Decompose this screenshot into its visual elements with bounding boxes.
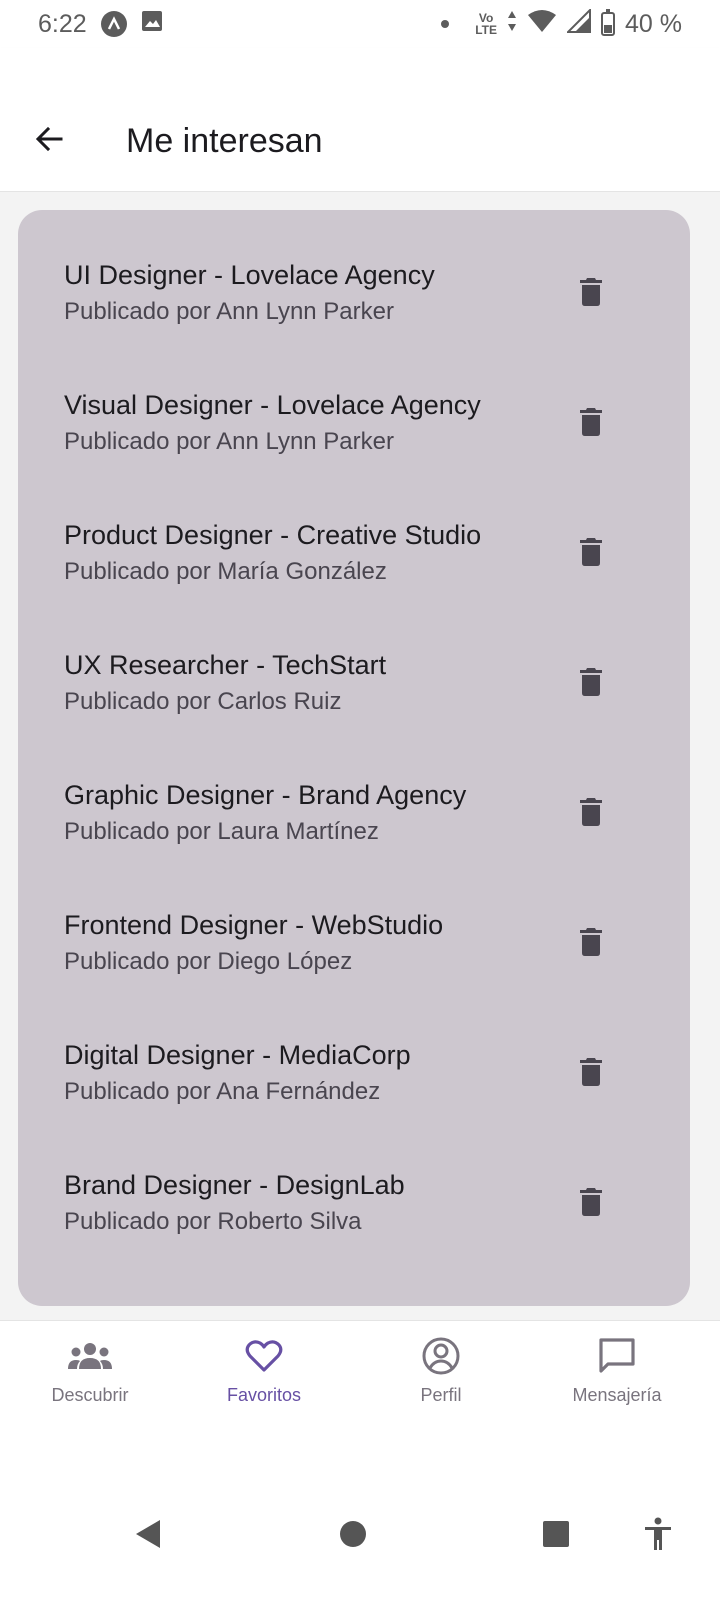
item-subtitle: Publicado por Laura Martínez: [64, 818, 379, 845]
system-navigation-bar: [0, 1480, 720, 1600]
item-title: UI Designer - Lovelace Agency: [64, 260, 435, 290]
system-back-button[interactable]: [120, 1506, 176, 1562]
trash-icon: [580, 278, 602, 306]
delete-button[interactable]: [574, 1182, 608, 1222]
nav-item-descubrir[interactable]: Descubrir: [0, 1335, 180, 1415]
arrow-back-icon: [35, 126, 63, 152]
list-item[interactable]: Frontend Designer - WebStudio Publicado …: [18, 860, 690, 990]
list-item[interactable]: UX Researcher - TechStart Publicado por …: [18, 600, 690, 730]
delete-button[interactable]: [574, 792, 608, 832]
accessibility-icon: [645, 1517, 671, 1550]
item-subtitle: Publicado por Carlos Ruiz: [64, 688, 342, 715]
volte-indicator: Vo LTE: [475, 12, 497, 36]
system-recents-button[interactable]: [528, 1506, 584, 1562]
notification-dot-icon: [441, 20, 450, 28]
trash-icon: [580, 668, 602, 696]
trash-icon: [580, 1188, 602, 1216]
system-home-button[interactable]: [325, 1506, 381, 1562]
list-item[interactable]: Digital Designer - MediaCorp Publicado p…: [18, 990, 690, 1120]
item-subtitle: Publicado por Ana Fernández: [64, 1078, 381, 1105]
trash-icon: [580, 928, 602, 956]
trash-icon: [580, 538, 602, 566]
status-left: 6:22: [38, 10, 163, 39]
nav-label: Mensajería: [572, 1385, 662, 1405]
item-subtitle: Publicado por Diego López: [64, 948, 353, 975]
chat-icon: [527, 1335, 707, 1377]
image-notification-icon: [141, 10, 163, 39]
list-item[interactable]: UI Designer - Lovelace Agency Publicado …: [18, 210, 690, 340]
screen: 6:22 Vo LTE 40 % Me interesan UI Designe…: [0, 0, 720, 1600]
page-title: Me interesan: [126, 122, 323, 160]
volte-line2: LTE: [475, 23, 498, 37]
delete-button[interactable]: [574, 402, 608, 442]
item-subtitle: Publicado por Ann Lynn Parker: [64, 298, 394, 325]
item-title: Frontend Designer - WebStudio: [64, 910, 444, 940]
home-circle-icon: [340, 1521, 366, 1547]
status-time: 6:22: [38, 9, 87, 38]
list-item[interactable]: Visual Designer - Lovelace Agency Public…: [18, 340, 690, 470]
trash-icon: [580, 408, 602, 436]
status-bar: 6:22 Vo LTE 40 %: [0, 0, 720, 48]
account-circle-icon: [351, 1335, 531, 1377]
trash-icon: [580, 798, 602, 826]
wifi-icon: [527, 9, 557, 40]
nav-label: Perfil: [420, 1385, 462, 1405]
delete-button[interactable]: [574, 272, 608, 312]
battery-level: [604, 25, 613, 33]
bottom-navigation: Descubrir Favoritos Perfil Mensajería: [0, 1320, 720, 1480]
nav-item-mensajeria[interactable]: Mensajería: [527, 1335, 707, 1415]
item-subtitle: Publicado por Roberto Silva: [64, 1208, 362, 1235]
data-arrows-icon: [507, 10, 517, 39]
people-icon: [0, 1335, 180, 1377]
nav-label: Favoritos: [226, 1385, 302, 1405]
back-button[interactable]: [26, 116, 72, 162]
item-title: Digital Designer - MediaCorp: [64, 1040, 411, 1070]
accessibility-button[interactable]: [630, 1506, 686, 1562]
content-area[interactable]: UI Designer - Lovelace Agency Publicado …: [0, 192, 720, 1320]
item-title: Graphic Designer - Brand Agency: [64, 780, 467, 810]
delete-button[interactable]: [574, 662, 608, 702]
app-bar: Me interesan: [0, 48, 720, 192]
nav-item-favoritos[interactable]: Favoritos: [174, 1335, 354, 1415]
nav-label: Descubrir: [51, 1385, 129, 1405]
favorites-card: UI Designer - Lovelace Agency Publicado …: [18, 210, 690, 1306]
status-right: Vo LTE 40 %: [441, 7, 682, 40]
item-title: Brand Designer - DesignLab: [64, 1170, 405, 1200]
battery-percent: 40 %: [625, 9, 682, 38]
item-subtitle: Publicado por María González: [64, 558, 387, 585]
battery-icon: [601, 9, 616, 36]
list-item[interactable]: Brand Designer - DesignLab Publicado por…: [18, 1120, 690, 1250]
signal-icon: [565, 7, 592, 40]
trash-icon: [580, 1058, 602, 1086]
list-item[interactable]: Product Designer - Creative Studio Publi…: [18, 470, 690, 600]
recents-square-icon: [543, 1521, 569, 1547]
list-item[interactable]: Graphic Designer - Brand Agency Publicad…: [18, 730, 690, 860]
delete-button[interactable]: [574, 532, 608, 572]
nav-item-perfil[interactable]: Perfil: [351, 1335, 531, 1415]
item-subtitle: Publicado por Ann Lynn Parker: [64, 428, 394, 455]
heart-icon: [174, 1335, 354, 1377]
app-notification-icon: [100, 11, 127, 37]
delete-button[interactable]: [574, 1052, 608, 1092]
triangle-back-icon: [136, 1520, 160, 1548]
item-title: UX Researcher - TechStart: [64, 650, 387, 680]
item-title: Product Designer - Creative Studio: [64, 520, 482, 550]
delete-button[interactable]: [574, 922, 608, 962]
item-title: Visual Designer - Lovelace Agency: [64, 390, 481, 420]
